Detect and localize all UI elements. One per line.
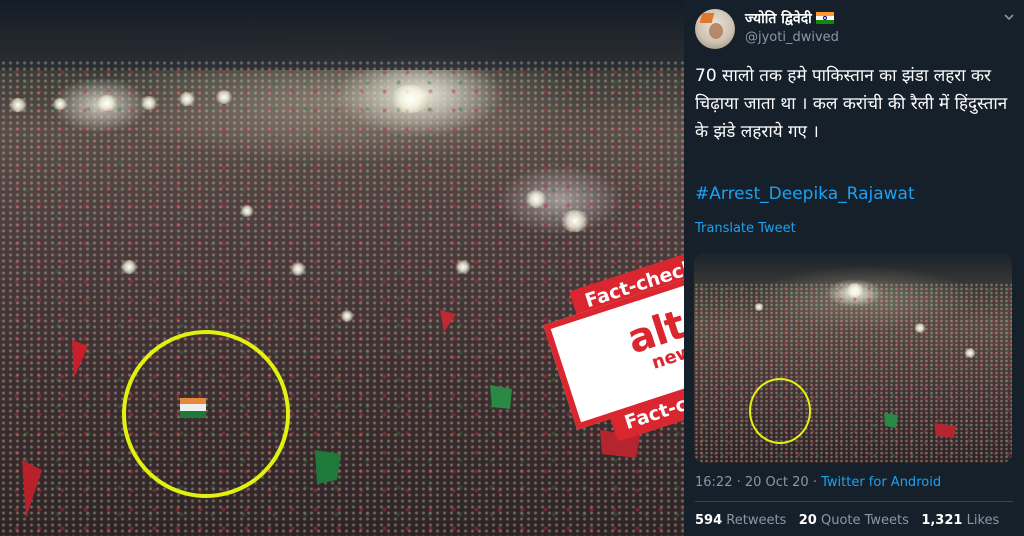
- likes-count[interactable]: 1,321: [921, 513, 962, 528]
- stadium-light: [390, 85, 430, 113]
- stadium-light: [964, 348, 976, 358]
- stadium-light: [846, 283, 864, 297]
- quote-tweets-count[interactable]: 20: [799, 513, 817, 528]
- face-shape: [709, 23, 723, 39]
- stadium-light: [178, 92, 196, 106]
- avatar[interactable]: [695, 9, 735, 49]
- highlight-circle: [749, 378, 811, 444]
- user-handle[interactable]: @jyoti_dwived: [745, 30, 839, 45]
- divider: [695, 501, 1013, 502]
- likes-label[interactable]: Likes: [967, 513, 1000, 528]
- stadium-light: [215, 90, 233, 104]
- red-flag: [72, 340, 88, 378]
- translate-tweet-link[interactable]: Translate Tweet: [695, 221, 796, 236]
- stadium-light: [525, 190, 547, 208]
- tweet-card: ज्योति द्विवेदी @jyoti_dwived 70 सालो तक…: [684, 0, 1024, 536]
- tweet-text: 70 सालो तक हमे पाकिस्तान का झंडा लहरा कर…: [695, 66, 1008, 142]
- hashtag-link[interactable]: #Arrest_Deepika_Rajawat: [695, 184, 915, 204]
- saffron-flag-shape: [699, 13, 715, 23]
- stadium-light: [96, 95, 118, 111]
- stadium-light: [455, 260, 471, 274]
- retweets-label[interactable]: Retweets: [726, 513, 786, 528]
- stadium-light: [560, 210, 590, 232]
- stadium-light: [52, 98, 68, 110]
- engagement-stats: 594 Retweets 20 Quote Tweets 1,321 Likes: [695, 513, 999, 528]
- tweet-metadata: 16:22 · 20 Oct 20 · Twitter for Android: [695, 475, 941, 490]
- india-flag-icon: [815, 12, 834, 24]
- stadium-light: [140, 96, 158, 110]
- tweet-source-link[interactable]: Twitter for Android: [821, 475, 941, 490]
- green-flag: [884, 413, 898, 428]
- user-display-name[interactable]: ज्योति द्विवेदी: [745, 9, 834, 28]
- red-flag: [440, 310, 456, 332]
- stadium-light: [240, 205, 254, 217]
- green-flag: [315, 450, 341, 484]
- stadium-light: [120, 260, 138, 274]
- chevron-down-icon[interactable]: [1004, 12, 1014, 22]
- stadium-light: [914, 323, 926, 333]
- red-flag: [22, 460, 42, 518]
- stadium-light: [290, 262, 306, 276]
- rally-crowd-photo: [0, 0, 684, 536]
- quote-tweets-label[interactable]: Quote Tweets: [821, 513, 909, 528]
- stadium-light: [754, 303, 764, 311]
- crowd-texture: [694, 283, 1012, 463]
- tweet-media-image[interactable]: [694, 253, 1012, 463]
- red-flag: [934, 423, 956, 438]
- tweet-timestamp: 16:22 · 20 Oct 20 ·: [695, 475, 822, 490]
- stadium-light: [8, 98, 28, 112]
- stadium-light: [340, 310, 354, 322]
- user-name-text: ज्योति द्विवेदी: [745, 11, 812, 27]
- green-flag: [490, 385, 512, 409]
- retweets-count[interactable]: 594: [695, 513, 722, 528]
